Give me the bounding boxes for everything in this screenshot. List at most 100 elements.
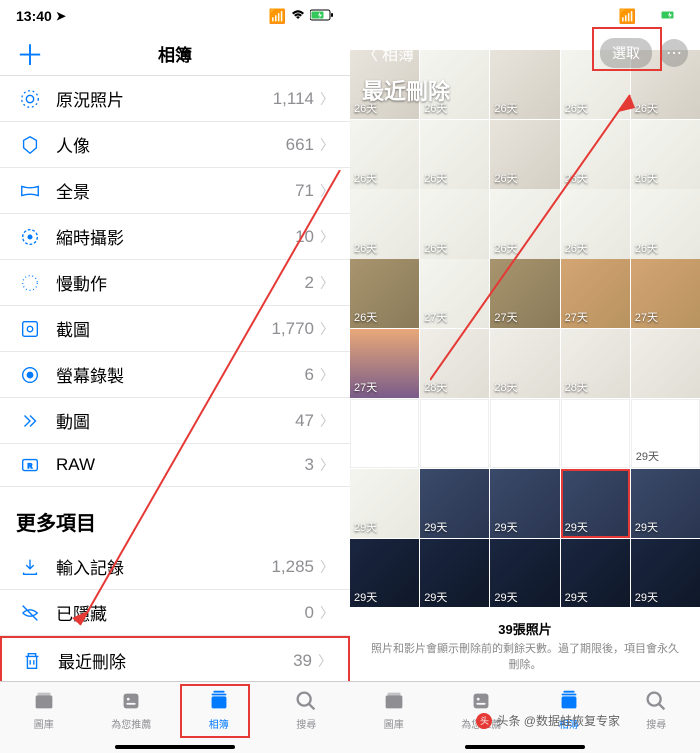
tab-search[interactable]: 搜尋	[613, 682, 700, 737]
tab-albums[interactable]: 相簿	[175, 682, 263, 737]
add-button[interactable]: ＋	[16, 34, 44, 74]
photo-cell[interactable]: 26天	[490, 189, 559, 258]
photo-cell[interactable]: 29天	[420, 469, 489, 538]
tab-foryou[interactable]: 為您推薦	[88, 682, 176, 737]
select-button[interactable]: 選取	[600, 38, 652, 68]
days-label: 26天	[635, 240, 658, 256]
photo-cell[interactable]: 27天	[631, 259, 700, 328]
more-button[interactable]: ⋯	[660, 39, 688, 67]
chevron-icon: 〉	[320, 181, 334, 201]
header: ＋ 相簿	[0, 32, 350, 76]
photo-cell[interactable]	[420, 399, 489, 468]
photo-cell[interactable]	[561, 399, 630, 468]
photo-cell[interactable]: 26天	[631, 189, 700, 258]
photo-cell[interactable]	[350, 399, 419, 468]
photo-cell[interactable]: 29天	[490, 539, 559, 608]
footer-count: 39張照片	[370, 619, 680, 638]
album-label: 輸入記錄	[56, 554, 271, 579]
photo-cell[interactable]: 26天	[350, 259, 419, 328]
album-count: 39	[293, 651, 312, 671]
photo-cell[interactable]: 26天	[350, 189, 419, 258]
album-row-live[interactable]: 原況照片 1,114 〉	[0, 76, 350, 122]
album-row-portrait[interactable]: 人像 661 〉	[0, 122, 350, 168]
album-row-timelapse[interactable]: 縮時攝影 10 〉	[0, 214, 350, 260]
days-label: 26天	[565, 240, 588, 256]
raw-icon: R	[16, 454, 44, 476]
photo-cell[interactable]: 27天	[350, 329, 419, 398]
photo-cell[interactable]: 29天	[631, 539, 700, 608]
photo-cell[interactable]: 27天	[561, 259, 630, 328]
back-button[interactable]: 〈 相簿	[362, 41, 414, 65]
photo-cell[interactable]: 26天	[420, 120, 489, 189]
photo-cell[interactable]: 29天	[631, 399, 700, 468]
album-row-record[interactable]: 螢幕錄製 6 〉	[0, 352, 350, 398]
album-count: 71	[295, 181, 314, 201]
photo-cell[interactable]: 26天	[561, 189, 630, 258]
screenshot-icon	[16, 318, 44, 340]
album-row-pano[interactable]: 全景 71 〉	[0, 168, 350, 214]
photo-cell[interactable]: 26天	[420, 189, 489, 258]
wifi-icon	[290, 8, 306, 24]
photo-cell[interactable]: 26天	[490, 120, 559, 189]
days-label: 28天	[565, 379, 588, 395]
photo-cell[interactable]: 26天	[350, 120, 419, 189]
days-label: 27天	[565, 309, 588, 325]
chevron-icon: 〉	[320, 365, 334, 385]
photo-cell[interactable]: 29天	[561, 539, 630, 608]
tab-library[interactable]: 圖庫	[350, 682, 438, 737]
tab-search[interactable]: 搜尋	[263, 682, 351, 737]
back-chevron-icon: 〈	[362, 41, 378, 65]
chevron-icon: 〉	[320, 557, 334, 577]
photo-cell[interactable]	[490, 399, 559, 468]
photo-cell[interactable]: 29天	[350, 539, 419, 608]
status-icons: 📶	[269, 8, 334, 25]
tab-label: 相簿	[209, 716, 229, 731]
trash-icon	[18, 650, 46, 672]
album-title: 最近刪除	[362, 74, 450, 106]
album-row-screenshot[interactable]: 截圖 1,770 〉	[0, 306, 350, 352]
photo-cell[interactable]: 28天	[561, 329, 630, 398]
album-label: 動圖	[56, 408, 295, 433]
days-label: 27天	[635, 309, 658, 325]
location-icon: ➤	[56, 9, 66, 23]
album-row-deleted[interactable]: 最近刪除 39 〉	[0, 636, 350, 681]
photo-cell[interactable]: 27天	[420, 259, 489, 328]
photo-cell[interactable]: 29天	[420, 539, 489, 608]
photo-cell[interactable]: 29天	[631, 469, 700, 538]
slomo-icon	[16, 272, 44, 294]
photo-cell[interactable]: 29天	[561, 469, 630, 538]
tab-library[interactable]: 圖庫	[0, 682, 88, 737]
album-label: 原況照片	[56, 86, 273, 111]
photo-cell[interactable]: 27天	[490, 259, 559, 328]
days-label: 29天	[635, 519, 658, 535]
chevron-icon: 〉	[320, 455, 334, 475]
album-row-slomo[interactable]: 慢動作 2 〉	[0, 260, 350, 306]
album-row-import[interactable]: 輸入記錄 1,285 〉	[0, 544, 350, 590]
days-label: 26天	[354, 240, 377, 256]
album-row-hidden[interactable]: 已隱藏 0 〉	[0, 590, 350, 636]
album-row-raw[interactable]: R RAW 3 〉	[0, 444, 350, 487]
photo-cell[interactable]: 28天	[420, 329, 489, 398]
photo-cell[interactable]: 26天	[631, 120, 700, 189]
days-label: 26天	[635, 170, 658, 186]
status-bar: 13:40 ➤ 📶	[0, 0, 350, 32]
home-indicator[interactable]	[115, 745, 235, 749]
tab-label: 為您推薦	[111, 716, 151, 731]
album-list[interactable]: 原況照片 1,114 〉 人像 661 〉 全景 71 〉 縮時攝影 10 〉 …	[0, 76, 350, 681]
days-label: 26天	[354, 309, 377, 325]
album-row-animated[interactable]: 動圖 47 〉	[0, 398, 350, 444]
photo-cell[interactable]	[631, 329, 700, 398]
timelapse-icon	[16, 226, 44, 248]
photo-cell[interactable]: 26天	[561, 120, 630, 189]
days-label: 29天	[494, 519, 517, 535]
watermark-logo-icon: 头	[476, 713, 492, 729]
footer-desc: 照片和影片會顯示刪除前的剩餘天數。過了期限後，項目會永久刪除。	[370, 642, 680, 673]
photo-cell[interactable]: 28天	[490, 329, 559, 398]
photo-cell[interactable]: 29天	[490, 469, 559, 538]
days-label: 29天	[565, 589, 588, 605]
home-indicator[interactable]	[465, 745, 585, 749]
record-icon	[16, 364, 44, 386]
days-label: 28天	[494, 379, 517, 395]
photo-cell[interactable]: 29天	[350, 469, 419, 538]
album-count: 10	[295, 227, 314, 247]
